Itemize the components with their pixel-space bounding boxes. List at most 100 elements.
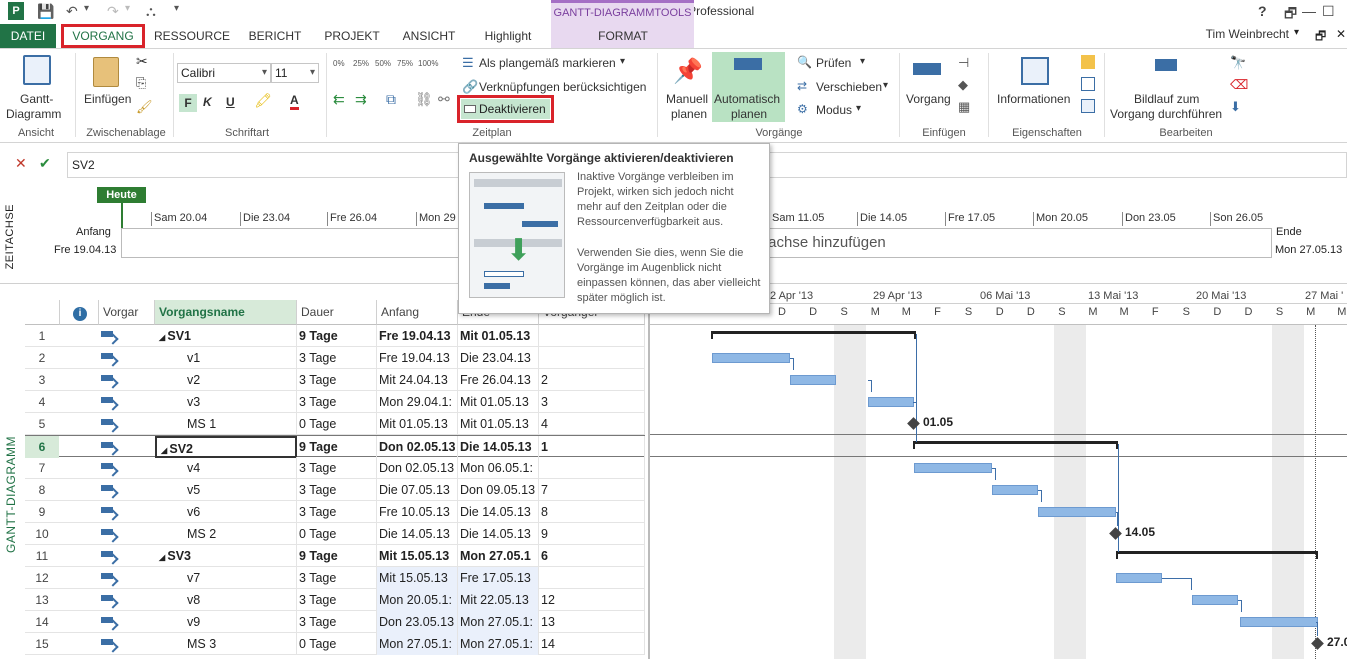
percent-0-button[interactable]: 0% bbox=[333, 59, 345, 68]
predecessor-cell[interactable]: 8 bbox=[539, 501, 645, 523]
move-right-icon[interactable]: ⇉ bbox=[355, 91, 367, 108]
duration-cell[interactable]: 9 Tage bbox=[297, 545, 377, 567]
tab-datei[interactable]: DATEI bbox=[0, 24, 56, 48]
percent-75-button[interactable]: 75% bbox=[397, 59, 413, 68]
percent-50-button[interactable]: 50% bbox=[375, 59, 391, 68]
minimize-icon[interactable]: — bbox=[1302, 3, 1316, 19]
task-name-cell[interactable]: MS 2 bbox=[155, 523, 297, 545]
start-cell[interactable]: Don 02.05.13 bbox=[377, 457, 458, 479]
user-dropdown-icon[interactable]: ▾ bbox=[1294, 27, 1299, 38]
restore-window-icon[interactable]: 🗗 bbox=[1315, 27, 1326, 48]
end-cell[interactable]: Mit 01.05.13 bbox=[458, 325, 539, 347]
name-header[interactable]: Vorgangsname bbox=[155, 300, 297, 325]
predecessor-cell[interactable]: 1 bbox=[539, 436, 645, 458]
insert-task-button[interactable]: Vorgang bbox=[906, 92, 951, 106]
row-number[interactable]: 9 bbox=[25, 501, 59, 523]
task-name-cell[interactable]: MS 3 bbox=[155, 633, 297, 655]
user-name[interactable]: Tim Weinbrecht bbox=[1206, 27, 1289, 41]
row-number[interactable]: 6 bbox=[25, 436, 59, 458]
start-cell[interactable]: Mon 20.05.1: bbox=[377, 589, 458, 611]
predecessor-cell[interactable]: 6 bbox=[539, 545, 645, 567]
predecessor-cell[interactable]: 3 bbox=[539, 391, 645, 413]
row-number[interactable]: 3 bbox=[25, 369, 59, 391]
task-name-cell[interactable]: ◢ SV1 bbox=[155, 325, 297, 347]
end-cell[interactable]: Die 23.04.13 bbox=[458, 347, 539, 369]
end-cell[interactable]: Mit 01.05.13 bbox=[458, 391, 539, 413]
start-cell[interactable]: Die 14.05.13 bbox=[377, 523, 458, 545]
row-number[interactable]: 15 bbox=[25, 633, 59, 655]
tab-ansicht[interactable]: ANSICHT bbox=[396, 24, 462, 48]
start-cell[interactable]: Die 07.05.13 bbox=[377, 479, 458, 501]
fill-icon[interactable]: ⬇ bbox=[1230, 99, 1241, 115]
maximize-icon[interactable]: ☐ bbox=[1322, 3, 1335, 20]
indicators-header[interactable]: i bbox=[60, 300, 99, 325]
duration-header[interactable]: Dauer bbox=[297, 300, 377, 325]
table-row[interactable]: 1 ◢ SV1 9 Tage Fre 19.04.13 Mit 01.05.13 bbox=[25, 325, 645, 347]
table-row[interactable]: 13 v8 3 Tage Mon 20.05.1: Mit 22.05.13 12 bbox=[25, 589, 645, 611]
unlink-icon[interactable]: ⚯ bbox=[438, 91, 450, 108]
italic-button[interactable]: K bbox=[203, 95, 212, 109]
task-name-cell[interactable]: v5 bbox=[155, 479, 297, 501]
predecessor-cell[interactable]: 4 bbox=[539, 413, 645, 435]
tab-highlight[interactable]: Highlight bbox=[474, 24, 542, 48]
table-row[interactable]: 15 MS 30 Tage Mon 27.05.1: Mon 27.05.1: 14 bbox=[25, 633, 645, 655]
row-number[interactable]: 5 bbox=[25, 413, 59, 435]
inspect-button[interactable]: Prüfen bbox=[816, 56, 851, 70]
start-cell[interactable]: Mon 27.05.1: bbox=[377, 633, 458, 655]
highlight-color-icon[interactable]: 🖍 bbox=[254, 92, 272, 109]
predecessor-cell[interactable]: 2 bbox=[539, 369, 645, 391]
confirm-entry-icon[interactable]: ✔ bbox=[39, 155, 51, 172]
clear-icon[interactable]: ⌫ bbox=[1230, 77, 1248, 93]
mode-button[interactable]: Modus bbox=[816, 103, 852, 117]
duration-cell[interactable]: 3 Tage bbox=[297, 567, 377, 589]
end-cell[interactable]: Mit 01.05.13 bbox=[458, 413, 539, 435]
manual-schedule-l2[interactable]: planen bbox=[671, 107, 707, 121]
row-number[interactable]: 13 bbox=[25, 589, 59, 611]
start-cell[interactable]: Mit 01.05.13 bbox=[377, 413, 458, 435]
end-cell[interactable]: Mon 27.05.1 bbox=[458, 545, 539, 567]
information-button[interactable]: Informationen bbox=[997, 92, 1070, 106]
row-number[interactable]: 7 bbox=[25, 457, 59, 479]
timeline-add-icon[interactable] bbox=[1081, 99, 1095, 113]
end-cell[interactable]: Mon 06.05.1: bbox=[458, 457, 539, 479]
row-number[interactable]: 4 bbox=[25, 391, 59, 413]
table-row[interactable]: 14 v9 3 Tage Don 23.05.13 Mon 27.05.1: 13 bbox=[25, 611, 645, 633]
move-dropdown-icon[interactable]: ▾ bbox=[883, 80, 888, 91]
duration-cell[interactable]: 0 Tage bbox=[297, 413, 377, 435]
task-name-cell[interactable]: v1 bbox=[155, 347, 297, 369]
scroll-to-task-l1[interactable]: Bildlauf zum bbox=[1134, 92, 1199, 106]
table-row[interactable]: 3 v2 3 Tage Mit 24.04.13 Fre 26.04.13 2 bbox=[25, 369, 645, 391]
help-icon[interactable]: ? bbox=[1258, 3, 1267, 19]
table-row[interactable]: 7 v4 3 Tage Don 02.05.13 Mon 06.05.1: bbox=[25, 457, 645, 479]
gantt-chart[interactable]: 2 Apr '13 29 Apr '13 06 Mai '13 13 Mai '13 2… bbox=[648, 286, 1347, 659]
tab-format[interactable]: FORMAT bbox=[580, 24, 666, 48]
format-painter-icon[interactable]: 🖌 bbox=[136, 99, 153, 115]
end-cell[interactable]: Fre 17.05.13 bbox=[458, 567, 539, 589]
select-all-corner[interactable] bbox=[25, 300, 60, 325]
task-name-cell[interactable]: v6 bbox=[155, 501, 297, 523]
end-cell[interactable]: Die 14.05.13 bbox=[458, 523, 539, 545]
table-row[interactable]: 2 v1 3 Tage Fre 19.04.13 Die 23.04.13 bbox=[25, 347, 645, 369]
font-color-button[interactable]: A bbox=[290, 94, 299, 110]
find-icon[interactable]: 🔭 bbox=[1230, 55, 1246, 71]
predecessor-cell[interactable]: 12 bbox=[539, 589, 645, 611]
font-family-select[interactable]: Calibri bbox=[177, 63, 271, 83]
predecessor-cell[interactable]: 7 bbox=[539, 479, 645, 501]
milestone-icon[interactable]: ◆ bbox=[958, 77, 968, 93]
task-name-cell[interactable]: v8 bbox=[155, 589, 297, 611]
end-cell[interactable]: Mon 27.05.1: bbox=[458, 633, 539, 655]
predecessor-cell[interactable]: 13 bbox=[539, 611, 645, 633]
duration-cell[interactable]: 9 Tage bbox=[297, 325, 377, 347]
task-name-cell[interactable]: ◢ SV2 bbox=[155, 436, 297, 458]
duration-cell[interactable]: 3 Tage bbox=[297, 479, 377, 501]
predecessor-cell[interactable]: 14 bbox=[539, 633, 645, 655]
tab-vorgang[interactable]: VORGANG bbox=[61, 24, 145, 48]
duration-cell[interactable]: 3 Tage bbox=[297, 501, 377, 523]
row-number[interactable]: 10 bbox=[25, 523, 59, 545]
duration-cell[interactable]: 0 Tage bbox=[297, 523, 377, 545]
duration-cell[interactable]: 3 Tage bbox=[297, 457, 377, 479]
duration-cell[interactable]: 9 Tage bbox=[297, 436, 377, 458]
predecessor-cell[interactable]: 9 bbox=[539, 523, 645, 545]
move-button[interactable]: Verschieben bbox=[816, 80, 882, 94]
copy-icon[interactable]: ⎘ bbox=[136, 75, 146, 91]
